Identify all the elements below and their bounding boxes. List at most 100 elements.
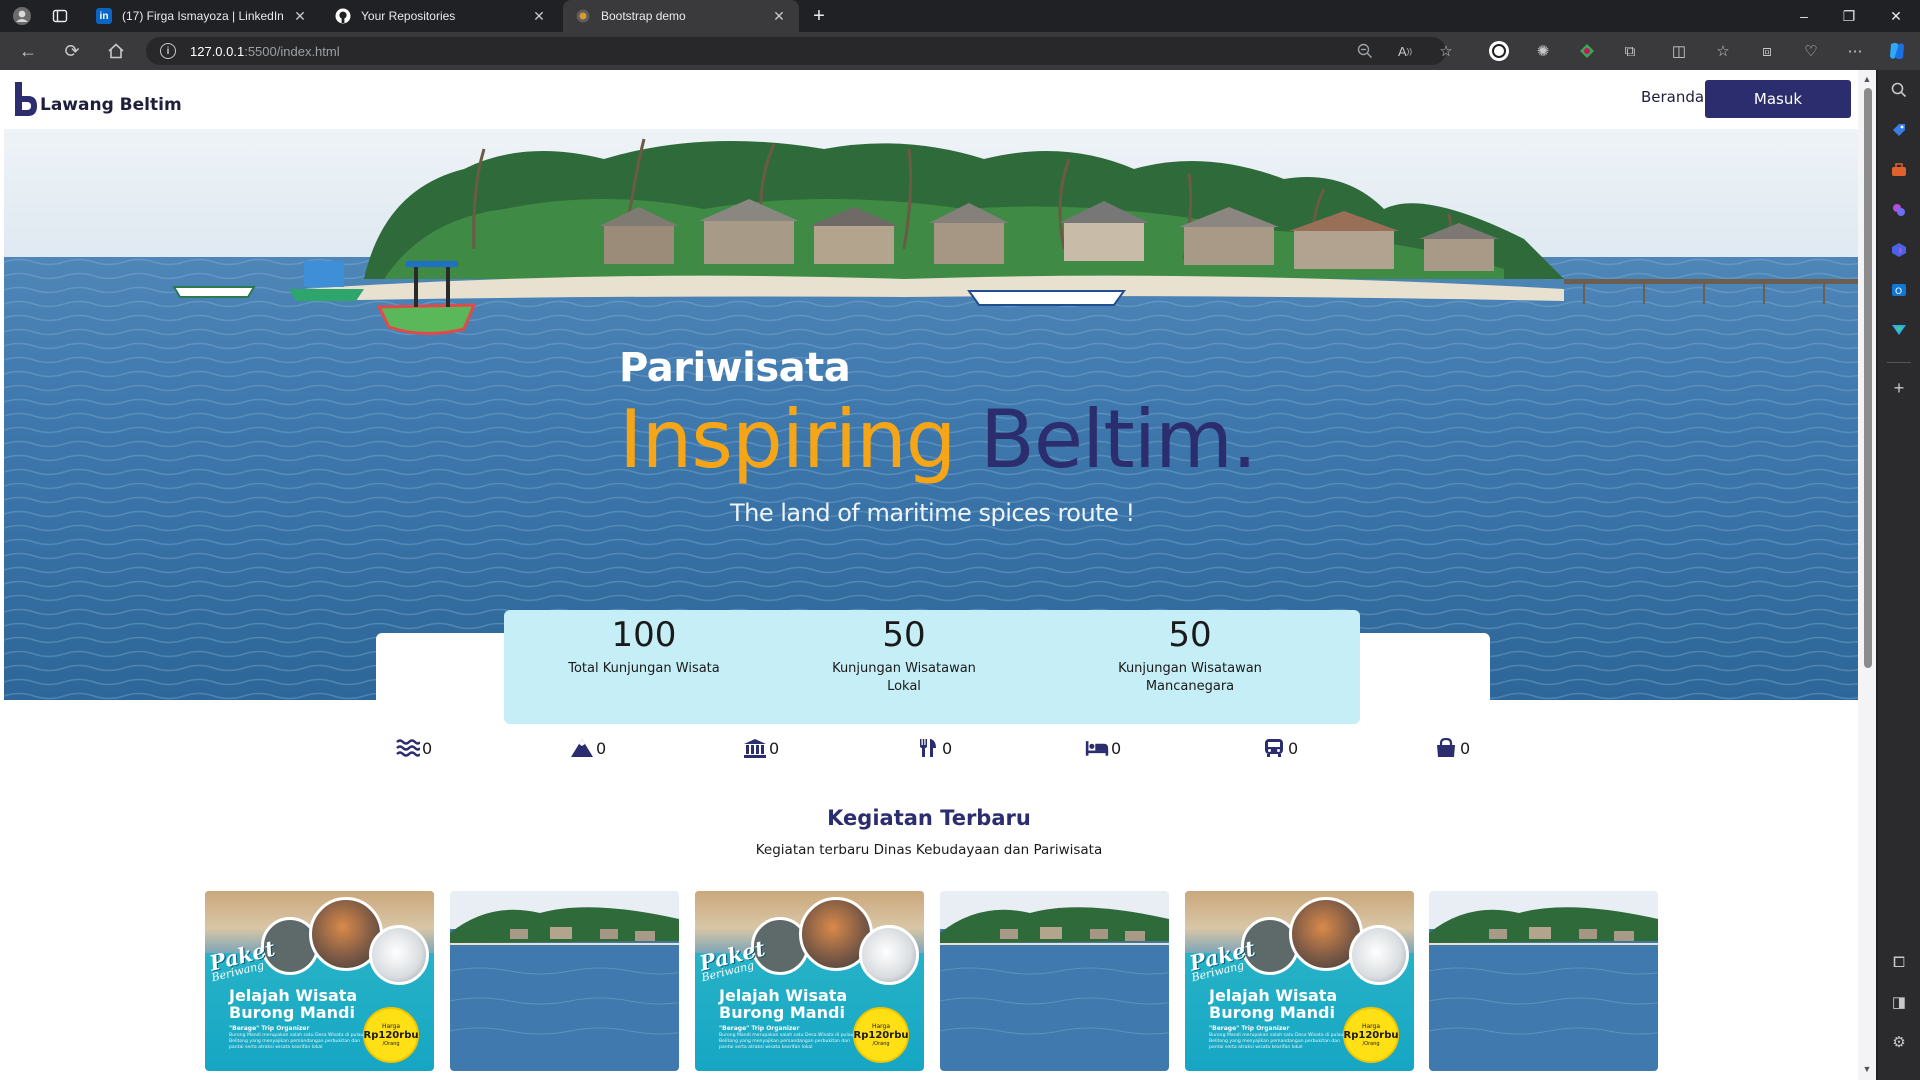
favorite-star-icon[interactable]: ☆ xyxy=(1434,39,1458,63)
hotel-bed-icon xyxy=(1085,741,1109,756)
promo-organizer: "Berage" Trip Organizer xyxy=(229,1025,310,1032)
stat-foreign-visits: 50 Kunjungan Wisatawan Mancanegara xyxy=(1108,614,1272,696)
sidebar-toggle-icon[interactable]: ◨ xyxy=(1887,990,1911,1014)
island-photo-image xyxy=(1429,891,1658,1071)
facility-count: 0 xyxy=(769,738,780,758)
price-label: Harga xyxy=(1361,1023,1381,1030)
brand-link[interactable]: Lawang Beltim xyxy=(14,82,182,116)
promo-poster-image: Paket Beriwang Jelajah Wisata Burong Mand… xyxy=(205,891,434,1071)
restore-icon[interactable]: ❐ xyxy=(1827,0,1871,32)
extension-gear-icon[interactable]: ✺ xyxy=(1531,39,1555,63)
brand-logo-icon xyxy=(14,82,38,116)
promo-body: Burong Mandi merupakan salah satu Desa W… xyxy=(719,1033,854,1050)
back-icon[interactable]: ← xyxy=(14,38,42,64)
tab-actions-icon[interactable] xyxy=(49,5,71,27)
drop-icon[interactable] xyxy=(1887,318,1911,342)
activity-card-promo[interactable]: Paket Beriwang Jelajah Wisata Burong Mand… xyxy=(1185,891,1414,1071)
facility-count: 0 xyxy=(942,738,953,758)
facility-mountain: 0 xyxy=(570,736,606,760)
stat-total-visits: 100 Total Kunjungan Wisata xyxy=(534,614,754,678)
linkedin-icon: in xyxy=(96,8,112,24)
minimize-icon[interactable]: – xyxy=(1782,0,1826,32)
price-label: Harga xyxy=(871,1023,891,1030)
browser-tab-bar: in (17) Firga Ismayoza | LinkedIn ✕ Your… xyxy=(0,0,1920,32)
page-viewport: Lawang Beltim Beranda Masuk Pariwisata I… xyxy=(0,70,1858,1080)
facility-bus: 0 xyxy=(1262,736,1298,760)
promo-title-line2: Burong Mandi xyxy=(719,1003,845,1022)
close-tab-icon[interactable]: ✕ xyxy=(292,8,308,25)
facility-count: 0 xyxy=(422,738,433,758)
tab-title: (17) Firga Ismayoza | LinkedIn xyxy=(122,9,284,23)
page-scrollbar[interactable]: ▲ ▼ xyxy=(1858,70,1876,1080)
split-screen-icon[interactable]: ◫ xyxy=(1667,39,1691,63)
add-sidebar-app-icon[interactable]: + xyxy=(1887,376,1911,400)
facility-count: 0 xyxy=(596,738,607,758)
extension-green-icon[interactable] xyxy=(1575,39,1599,63)
more-menu-icon[interactable]: ⋯ xyxy=(1843,39,1867,63)
profile-avatar-icon[interactable] xyxy=(11,5,33,27)
price-unit: /Orang xyxy=(1362,1041,1380,1047)
settings-gear-icon[interactable]: ⚙ xyxy=(1887,1030,1911,1054)
microsoft-365-icon[interactable] xyxy=(1887,238,1911,262)
restaurant-icon xyxy=(920,739,936,757)
activity-card-island[interactable] xyxy=(1429,891,1658,1071)
mountain-icon xyxy=(571,739,593,757)
browser-essentials-icon[interactable]: ♡ xyxy=(1799,39,1823,63)
login-button[interactable]: Masuk xyxy=(1705,80,1851,118)
promo-photo-3 xyxy=(1349,925,1409,985)
zoom-out-icon[interactable] xyxy=(1353,39,1377,63)
stats-panel: 100 Total Kunjungan Wisata 50 Kunjungan … xyxy=(504,610,1360,724)
site-navbar: Lawang Beltim Beranda Masuk xyxy=(0,70,1858,128)
new-tab-icon[interactable]: + xyxy=(808,5,830,27)
promo-body: Burong Mandi merupakan salah satu Desa W… xyxy=(1209,1033,1344,1050)
hero-title: Inspiring Beltim. xyxy=(619,393,1257,486)
tab-github[interactable]: Your Repositories ✕ xyxy=(323,0,559,32)
price-value: Rp120rbu xyxy=(853,1030,909,1041)
scroll-down-icon[interactable]: ▼ xyxy=(1862,1064,1872,1074)
favorites-icon[interactable]: ☆ xyxy=(1711,39,1735,63)
stat-label: Kunjungan Wisatawan Mancanegara xyxy=(1118,661,1262,694)
address-bar[interactable]: i 127.0.0.1:5500/index.html xyxy=(146,37,1446,65)
games-icon[interactable] xyxy=(1887,198,1911,222)
tab-title: Your Repositories xyxy=(361,9,456,23)
price-unit: /Orang xyxy=(382,1041,400,1047)
promo-organizer: "Berage" Trip Organizer xyxy=(719,1025,800,1032)
extensions-puzzle-icon[interactable]: ⧉ xyxy=(1618,39,1642,63)
promo-price-badge: Harga Rp120rbu /Orang xyxy=(1343,1007,1399,1063)
section-title: Kegiatan Terbaru xyxy=(827,806,1031,830)
promo-title-line2: Burong Mandi xyxy=(1209,1003,1335,1022)
activity-card-island[interactable] xyxy=(450,891,679,1071)
github-icon xyxy=(335,8,351,24)
copilot-icon[interactable] xyxy=(1885,39,1909,63)
site-info-icon[interactable]: i xyxy=(160,43,176,59)
price-value: Rp120rbu xyxy=(1343,1030,1399,1041)
scroll-up-icon[interactable]: ▲ xyxy=(1862,74,1872,84)
facility-shopping: 0 xyxy=(1434,736,1470,760)
home-icon[interactable] xyxy=(102,38,130,64)
hero-title-accent: Inspiring xyxy=(619,393,957,486)
promo-price-badge: Harga Rp120rbu /Orang xyxy=(853,1007,909,1063)
tab-linkedin[interactable]: in (17) Firga Ismayoza | LinkedIn ✕ xyxy=(84,0,320,32)
close-tab-icon[interactable]: ✕ xyxy=(531,8,547,25)
browser-toolbar: ← ⟳ i 127.0.0.1:5500/index.html A)) ☆ ✺ … xyxy=(0,32,1920,70)
activity-card-promo[interactable]: Paket Beriwang Jelajah Wisata Burong Mand… xyxy=(695,891,924,1071)
nav-link-beranda[interactable]: Beranda xyxy=(1641,88,1704,106)
hero-subtitle: The land of maritime spices route ! xyxy=(730,499,1135,527)
extension-circle-icon[interactable] xyxy=(1487,39,1511,63)
tab-bootstrap-demo[interactable]: Bootstrap demo ✕ xyxy=(563,0,799,32)
tools-icon[interactable] xyxy=(1887,158,1911,182)
promo-poster-image: Paket Beriwang Jelajah Wisata Burong Mand… xyxy=(1185,891,1414,1071)
collections-icon[interactable]: ⧈ xyxy=(1755,39,1779,63)
shopping-tag-icon[interactable] xyxy=(1887,118,1911,142)
close-window-icon[interactable]: ✕ xyxy=(1874,0,1918,32)
activity-card-island[interactable] xyxy=(940,891,1169,1071)
scroll-thumb[interactable] xyxy=(1864,88,1872,668)
outlook-icon[interactable]: O xyxy=(1887,278,1911,302)
activity-card-promo[interactable]: Paket Beriwang Jelajah Wisata Burong Mand… xyxy=(205,891,434,1071)
read-aloud-icon[interactable]: A)) xyxy=(1393,39,1417,63)
reload-icon[interactable]: ⟳ xyxy=(58,38,86,64)
close-tab-icon[interactable]: ✕ xyxy=(771,8,787,25)
screenshot-icon[interactable]: ⧠ xyxy=(1887,950,1911,974)
stat-label: Kunjungan Wisatawan Lokal xyxy=(832,661,976,694)
search-icon[interactable] xyxy=(1887,78,1911,102)
